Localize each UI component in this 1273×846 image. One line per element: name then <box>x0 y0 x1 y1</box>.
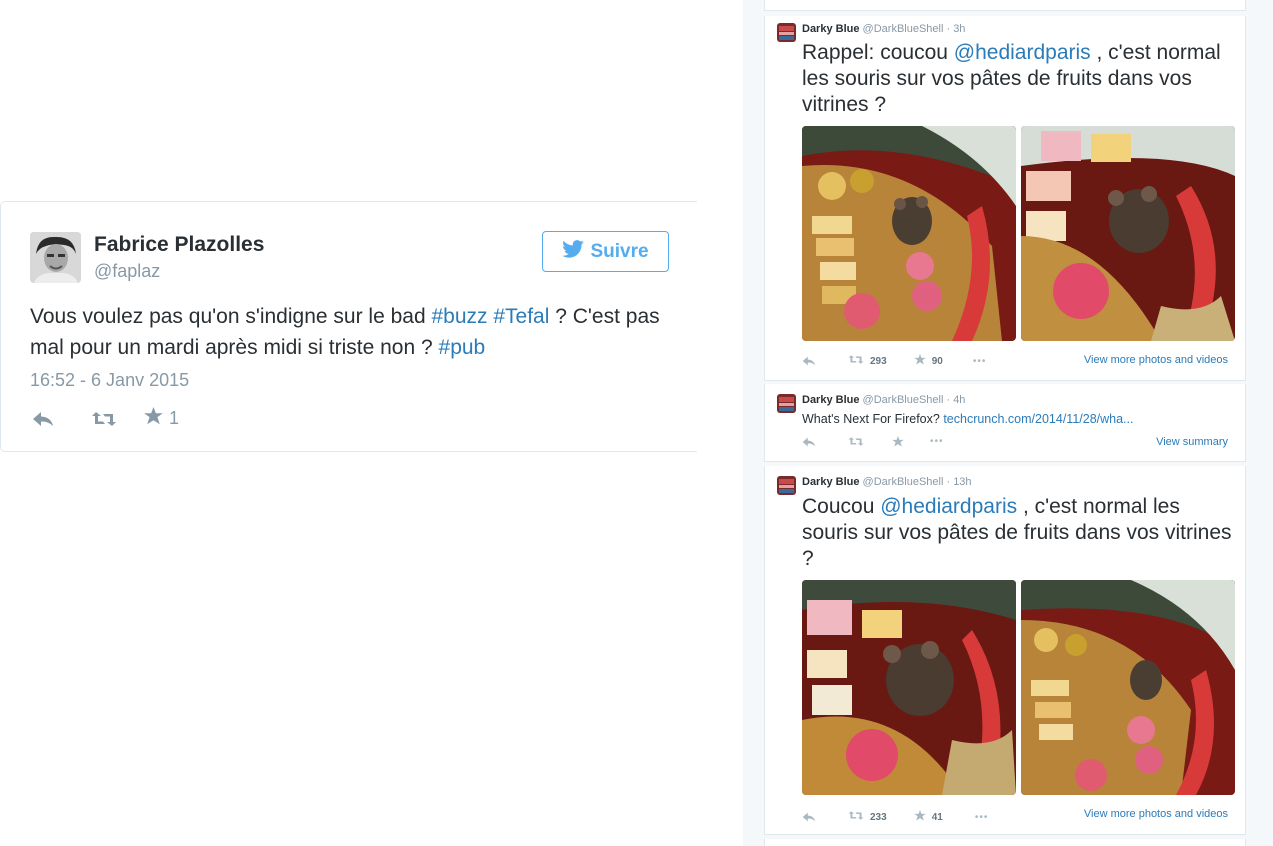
tweet-header: Darky Blue @DarkBlueShell · 4h <box>802 394 965 406</box>
author-name[interactable]: Fabrice Plazolles <box>94 233 264 257</box>
follow-label: Suivre <box>590 240 649 262</box>
tweet-actions: 233 41 ••• <box>802 810 988 824</box>
tweet-text: What's Next For Firefox? techcrunch.com/… <box>802 412 1134 426</box>
tweet-text: Rappel: coucou @hediardparis , c'est nor… <box>802 41 1221 116</box>
previous-tweet-card <box>764 0 1246 11</box>
mention-link[interactable]: @hediardparis <box>880 495 1017 518</box>
more-icon[interactable]: ••• <box>975 812 989 823</box>
retweet-action[interactable]: 233 <box>848 810 887 824</box>
retweet-icon[interactable] <box>848 436 864 447</box>
retweet-icon[interactable] <box>91 410 117 428</box>
favorite-action[interactable]: 1 <box>144 407 179 430</box>
favorite-count: 1 <box>169 408 180 428</box>
reply-icon[interactable] <box>802 356 816 366</box>
retweet-icon <box>848 810 864 824</box>
article-link[interactable]: techcrunch.com/2014/11/28/wha... <box>943 412 1133 426</box>
author-name[interactable]: Darky Blue <box>802 23 859 35</box>
favorite-count: 90 <box>931 355 943 367</box>
tweet-photo-2[interactable] <box>1021 126 1235 341</box>
author-avatar[interactable] <box>777 23 796 42</box>
handle-time[interactable]: @DarkBlueShell · 13h <box>863 476 972 488</box>
view-more-photos-link[interactable]: View more photos and videos <box>1084 808 1228 820</box>
author-name[interactable]: Darky Blue <box>802 476 859 488</box>
view-more-photos-link[interactable]: View more photos and videos <box>1084 354 1228 366</box>
star-icon <box>913 810 926 824</box>
timeline-tweet-1[interactable]: Darky Blue @DarkBlueShell · 3h Rappel: c… <box>764 16 1246 381</box>
favorite-action[interactable]: 90 <box>913 354 943 368</box>
hashtag-pub[interactable]: #pub <box>439 336 486 359</box>
retweet-count: 233 <box>870 811 887 823</box>
follow-button[interactable]: Suivre <box>542 231 669 272</box>
handle-time[interactable]: @DarkBlueShell · 3h <box>863 23 966 35</box>
timeline-tweet-3[interactable]: Darky Blue @DarkBlueShell · 13h Coucou @… <box>764 466 1246 835</box>
view-summary-link[interactable]: View summary <box>1156 436 1228 448</box>
tweet-header: Darky Blue @DarkBlueShell · 3h <box>802 23 965 35</box>
timeline-tweet-2[interactable]: Darky Blue @DarkBlueShell · 4h What's Ne… <box>764 384 1246 462</box>
star-icon <box>913 354 926 368</box>
timeline: Darky Blue @DarkBlueShell · 3h Rappel: c… <box>743 0 1273 846</box>
reply-icon[interactable] <box>802 812 816 822</box>
tweet-timestamp[interactable]: 16:52 - 6 Janv 2015 <box>30 370 189 391</box>
next-tweet-card <box>764 839 1246 846</box>
star-icon <box>144 407 163 430</box>
tweet-text: Vous voulez pas qu'on s'indigne sur le b… <box>30 305 660 359</box>
hashtag-buzz[interactable]: #buzz <box>431 305 487 328</box>
more-icon[interactable]: ••• <box>930 436 944 447</box>
tweet-photo-1[interactable] <box>802 126 1016 341</box>
favorite-count: 41 <box>931 811 943 823</box>
tweet-actions: 293 90 ••• <box>802 354 986 368</box>
tweet-text: Coucou @hediardparis , c'est normal les … <box>802 495 1232 570</box>
reply-icon[interactable] <box>802 437 816 447</box>
author-handle[interactable]: @faplaz <box>94 261 160 282</box>
embedded-tweet: Fabrice Plazolles @faplaz Suivre Vous vo… <box>0 201 697 452</box>
retweet-count: 293 <box>870 355 887 367</box>
tweet-actions: ••• <box>802 436 944 447</box>
reply-icon[interactable] <box>32 411 54 427</box>
tweet-header: Darky Blue @DarkBlueShell · 13h <box>802 476 972 488</box>
handle-time[interactable]: @DarkBlueShell · 4h <box>863 394 966 406</box>
retweet-action[interactable]: 293 <box>848 354 887 368</box>
author-avatar[interactable] <box>30 232 81 283</box>
more-icon[interactable]: ••• <box>973 356 987 367</box>
favorite-action[interactable]: 41 <box>913 810 943 824</box>
author-avatar[interactable] <box>777 394 796 413</box>
tweet-photo-2[interactable] <box>1021 580 1235 795</box>
twitter-bird-icon <box>562 239 585 264</box>
retweet-icon <box>848 354 864 368</box>
star-icon[interactable] <box>892 436 904 447</box>
mention-link[interactable]: @hediardparis <box>954 41 1091 64</box>
tweet-photo-1[interactable] <box>802 580 1016 795</box>
hashtag-tefal[interactable]: #Tefal <box>493 305 549 328</box>
author-name[interactable]: Darky Blue <box>802 394 859 406</box>
tweet-actions: 1 <box>32 407 179 430</box>
author-avatar[interactable] <box>777 476 796 495</box>
